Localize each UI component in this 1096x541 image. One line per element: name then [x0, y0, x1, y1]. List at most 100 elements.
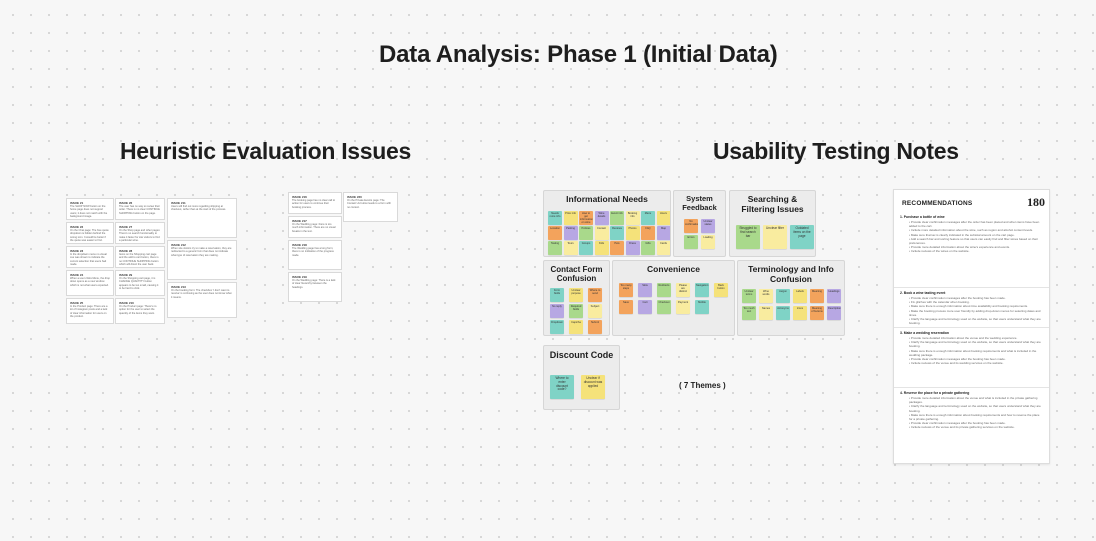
recommendation-item: • Include more detailed information abou… — [909, 228, 1033, 233]
sticky-note[interactable]: Checkout — [657, 300, 671, 314]
issue-card[interactable]: ISSUE #11 Users will find out more regard… — [167, 198, 237, 238]
sticky-note[interactable]: Icons — [793, 306, 807, 320]
sticky-note[interactable]: Photos — [625, 226, 640, 240]
sticky-note[interactable]: Menu — [641, 211, 655, 225]
sticky-note[interactable]: Outdated items on the page — [790, 225, 814, 249]
theme-informational-needs[interactable]: Informational Needs Needs more info Price… — [543, 190, 671, 257]
theme-label: System Feedback — [682, 194, 717, 212]
sticky-note[interactable]: Back button — [714, 283, 728, 297]
sticky-note[interactable]: Unclear if discount was applied — [581, 375, 605, 399]
issue-card[interactable]: ISSUE #20 On the Private Events page: The… — [343, 192, 398, 222]
sticky-note[interactable]: No confirmation — [684, 219, 698, 233]
sticky-note[interactable]: Map — [656, 226, 670, 240]
sticky-note[interactable]: Meaning — [810, 289, 824, 303]
issue-card[interactable]: ISSUE #3 In the dropdown menu no visual c… — [66, 246, 114, 268]
sticky-note[interactable]: Gifts — [641, 241, 655, 255]
recommendation-item: • Include reviews of the wines on the we… — [909, 249, 970, 254]
sticky-note[interactable]: Subject — [588, 304, 602, 318]
sticky-note[interactable]: Names — [759, 306, 773, 320]
sticky-note[interactable]: Headings — [827, 289, 841, 303]
sticky-note[interactable]: Navigation — [695, 283, 709, 297]
sticky-note[interactable]: Groups — [579, 241, 593, 255]
sticky-note[interactable]: FAQ — [641, 226, 655, 240]
issue-card[interactable]: ISSUE #9 On the Shopping cart page, it is… — [115, 270, 165, 296]
issue-card[interactable]: ISSUE #2 On the Chat page: The free quote… — [66, 222, 114, 244]
sticky-note[interactable]: Price info — [563, 211, 578, 225]
sticky-note[interactable]: Unclear terms — [742, 289, 756, 303]
sticky-note[interactable]: Parking — [563, 226, 578, 240]
sticky-note[interactable]: Please are distinct — [676, 283, 690, 297]
issue-text: When site visitors try to make a reserva… — [171, 247, 232, 257]
sticky-note[interactable]: Where to send — [588, 288, 602, 302]
sticky-note[interactable]: Redirects — [657, 283, 671, 297]
sticky-note[interactable]: Unclear purpose — [569, 288, 583, 302]
sticky-note[interactable]: Descriptions — [827, 306, 841, 320]
sticky-note[interactable]: Submit — [588, 320, 602, 334]
sticky-note[interactable]: Required fields — [569, 304, 583, 318]
sticky-note[interactable]: Unclear status — [701, 219, 715, 233]
sticky-note[interactable]: Mobile — [695, 300, 709, 314]
theme-contact-form-confusion[interactable]: Contact Form Confusion Form fields Unclea… — [543, 260, 610, 336]
sticky-note[interactable]: Needs more info — [548, 211, 562, 225]
issue-card[interactable]: ISSUE #10 On the Product page: There's no… — [115, 298, 165, 324]
sticky-note[interactable]: Contact — [594, 226, 609, 240]
sticky-note[interactable]: Wine words — [759, 289, 773, 303]
sticky-note[interactable]: Reviews — [610, 226, 624, 240]
sticky-note[interactable]: Dropdown — [550, 320, 564, 334]
heuristic-section-title: Heuristic Evaluation Issues — [120, 138, 412, 164]
sticky-note[interactable]: Kids — [594, 241, 609, 255]
recommendations-title: RECOMMENDATIONS — [902, 200, 973, 207]
sticky-note[interactable]: Cart — [638, 300, 652, 314]
sticky-note[interactable]: Payment — [676, 300, 690, 314]
sticky-note[interactable]: Errors — [684, 235, 698, 249]
recommendation-item: • Make sure there is enough information … — [909, 412, 1040, 422]
issue-card[interactable]: ISSUE #12 When site visitors try to make … — [167, 240, 237, 280]
theme-label: Convenience — [647, 264, 700, 274]
issue-card[interactable]: ISSUE #19 On the Wedding page: There is a… — [288, 272, 342, 302]
sticky-note[interactable]: Acronyms — [776, 306, 790, 320]
issue-card[interactable]: ISSUE #7 On the Shop page and other pages… — [115, 222, 165, 244]
issue-card[interactable]: ISSUE #1 The SHOP NOW button on the home … — [66, 198, 114, 220]
sticky-note[interactable]: Wine details — [594, 211, 609, 225]
sticky-note[interactable]: Loading — [701, 235, 715, 249]
sticky-note[interactable]: Booking info — [625, 211, 640, 225]
sticky-note[interactable]: Where to enter discount code? — [550, 375, 574, 399]
issue-card[interactable]: ISSUE #8 Items on the Shopping cart page … — [115, 246, 165, 268]
issue-card[interactable]: ISSUE #13 On the booking form: The checkb… — [167, 282, 237, 318]
sticky-note[interactable]: Too many steps — [619, 283, 633, 297]
sticky-note[interactable]: Policies — [579, 226, 593, 240]
sticky-note[interactable]: Save — [619, 300, 633, 314]
sticky-note[interactable]: Tours — [563, 241, 578, 255]
sticky-note[interactable]: Meaning of buttons — [810, 306, 824, 320]
sticky-note[interactable]: Form fields — [550, 288, 564, 302]
theme-label: Informational Needs — [566, 194, 648, 204]
issue-card[interactable]: ISSUE #18 The Wedding page has a long for… — [288, 240, 342, 270]
sticky-note[interactable]: Hours — [656, 211, 670, 225]
sticky-note[interactable]: No reply — [550, 304, 564, 318]
issue-card[interactable]: ISSUE #4 When a user clicks Menu, the dro… — [66, 270, 114, 296]
theme-searching-filtering[interactable]: Searching & Filtering Issues Struggled t… — [729, 190, 816, 257]
sticky-note[interactable]: Too much text — [742, 306, 756, 320]
issue-text: In the dropdown menu no visual cue was s… — [70, 253, 107, 267]
sticky-note[interactable]: Jargon — [776, 289, 790, 303]
sticky-note[interactable]: Dress — [625, 241, 640, 255]
theme-discount-code[interactable]: Discount Code Where to enter discount co… — [543, 345, 620, 410]
sticky-note[interactable]: Location — [548, 226, 562, 240]
sticky-note[interactable]: Event info — [610, 211, 624, 225]
sticky-note[interactable]: Struggled to find search bar — [736, 225, 760, 249]
issue-card[interactable]: ISSUE #5 In the Product page: There are a… — [66, 298, 114, 324]
sticky-note[interactable]: Captcha — [569, 320, 583, 334]
issue-card[interactable]: ISSUE #6 The user has no way to review th… — [115, 198, 165, 220]
theme-terminology-info[interactable]: Terminology and Info Confusion Unclear t… — [737, 260, 845, 336]
sticky-note[interactable]: Labels — [793, 289, 807, 303]
issue-card[interactable]: ISSUE #16 The booking page has no clear c… — [288, 192, 342, 214]
theme-convenience[interactable]: Convenience Too many steps Slow Redirects P… — [612, 260, 735, 336]
sticky-note[interactable]: Unclear filter — [763, 225, 787, 249]
sticky-note[interactable]: Pets — [610, 241, 624, 255]
sticky-note[interactable]: Cards — [656, 241, 670, 255]
issue-card[interactable]: ISSUE #17 On the Wedding page: there is t… — [288, 216, 342, 238]
sticky-note[interactable]: Slow — [638, 283, 652, 297]
sticky-note[interactable]: Tasting — [548, 241, 562, 255]
sticky-note[interactable]: How to get information on wine — [579, 211, 593, 225]
theme-system-feedback[interactable]: System Feedback No confirmation Unclear s… — [673, 190, 726, 257]
